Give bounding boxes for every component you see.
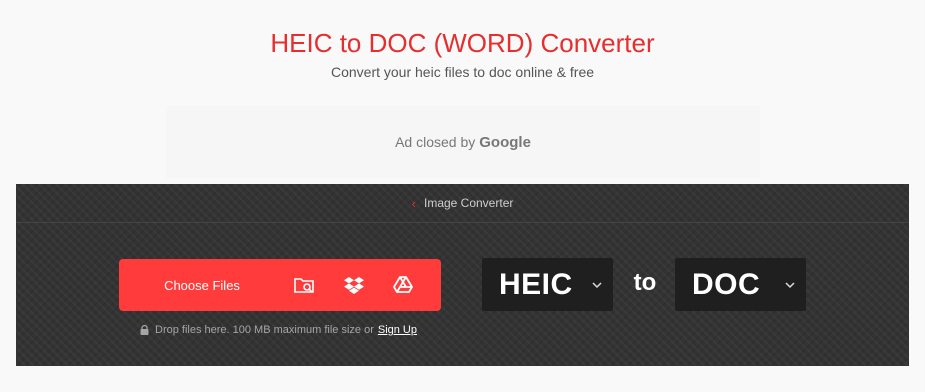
converter-panel: ‹ Image Converter Choose Files Drop file… [16, 184, 909, 366]
page-title: HEIC to DOC (WORD) Converter [270, 28, 655, 58]
ad-brand: Google [479, 133, 531, 151]
folder-search-icon[interactable] [292, 273, 316, 297]
source-format-select[interactable]: HEIC [482, 258, 613, 311]
drop-note-text: Drop files here. 100 MB maximum file siz… [155, 324, 374, 336]
to-label: to [633, 269, 657, 296]
breadcrumb-link-image-converter[interactable]: Image Converter [424, 196, 513, 210]
lock-icon [140, 325, 149, 335]
page-subtitle: Convert your heic files to doc online & … [330, 64, 595, 80]
chevron-down-icon [784, 278, 796, 290]
ad-placeholder: Ad closed by Google [166, 106, 760, 178]
ad-text: Ad closed by [395, 134, 476, 150]
source-format-value: HEIC [499, 267, 573, 301]
choose-files-button[interactable]: Choose Files [119, 259, 441, 311]
breadcrumb: ‹ Image Converter [16, 184, 909, 223]
google-drive-icon[interactable] [391, 273, 415, 297]
chevron-down-icon [591, 278, 603, 290]
choose-files-label: Choose Files [164, 277, 240, 293]
drop-note: Drop files here. 100 MB maximum file siz… [140, 324, 417, 336]
sign-up-link[interactable]: Sign Up [378, 324, 417, 336]
dropbox-icon[interactable] [342, 273, 366, 297]
chevron-left-icon: ‹ [411, 195, 416, 211]
target-format-value: DOC [692, 267, 761, 301]
target-format-select[interactable]: DOC [675, 258, 806, 311]
